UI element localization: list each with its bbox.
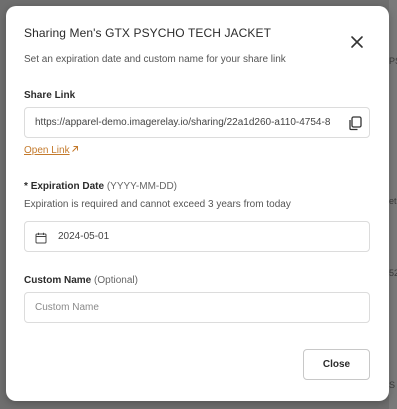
background-text-fragment: 52 bbox=[389, 268, 397, 278]
expiration-date-label-text: Expiration Date bbox=[30, 181, 105, 192]
optional-hint: (Optional) bbox=[94, 275, 138, 286]
expiration-date-value[interactable]: 2024-05-01 bbox=[58, 231, 109, 242]
custom-name-label: Custom Name (Optional) bbox=[24, 275, 138, 286]
custom-name-label-text: Custom Name bbox=[24, 275, 92, 286]
dialog-title: Sharing Men's GTX PSYCHO TECH JACKET bbox=[24, 26, 272, 40]
background-text-fragment: S bbox=[389, 380, 396, 390]
dialog-subtitle: Set an expiration date and custom name f… bbox=[24, 54, 286, 65]
open-link-label[interactable]: Open Link bbox=[24, 145, 70, 156]
share-dialog: Sharing Men's GTX PSYCHO TECH JACKET Set… bbox=[6, 6, 389, 401]
external-link-arrow-icon bbox=[71, 145, 79, 156]
close-button[interactable]: Close bbox=[303, 349, 370, 380]
custom-name-input[interactable]: Custom Name bbox=[24, 292, 370, 323]
open-link[interactable]: Open Link bbox=[24, 145, 79, 156]
share-link-field[interactable]: https://apparel-demo.imagerelay.io/shari… bbox=[24, 107, 370, 138]
expiration-help-text: Expiration is required and cannot exceed… bbox=[24, 199, 291, 210]
calendar-icon[interactable] bbox=[35, 231, 47, 244]
custom-name-placeholder[interactable]: Custom Name bbox=[35, 302, 99, 313]
share-link-value[interactable]: https://apparel-demo.imagerelay.io/shari… bbox=[35, 117, 347, 128]
date-format-hint: (YYYY-MM-DD) bbox=[106, 181, 178, 192]
background-text-fragment: PS bbox=[389, 56, 397, 66]
close-icon[interactable] bbox=[345, 30, 369, 54]
expiration-date-label: * Expiration Date (YYYY-MM-DD) bbox=[24, 181, 177, 192]
background-text-fragment: et bbox=[389, 196, 397, 206]
copy-icon[interactable] bbox=[347, 115, 363, 131]
required-mark: * bbox=[24, 181, 28, 192]
expiration-date-field[interactable]: 2024-05-01 bbox=[24, 221, 370, 252]
share-link-label: Share Link bbox=[24, 90, 76, 101]
